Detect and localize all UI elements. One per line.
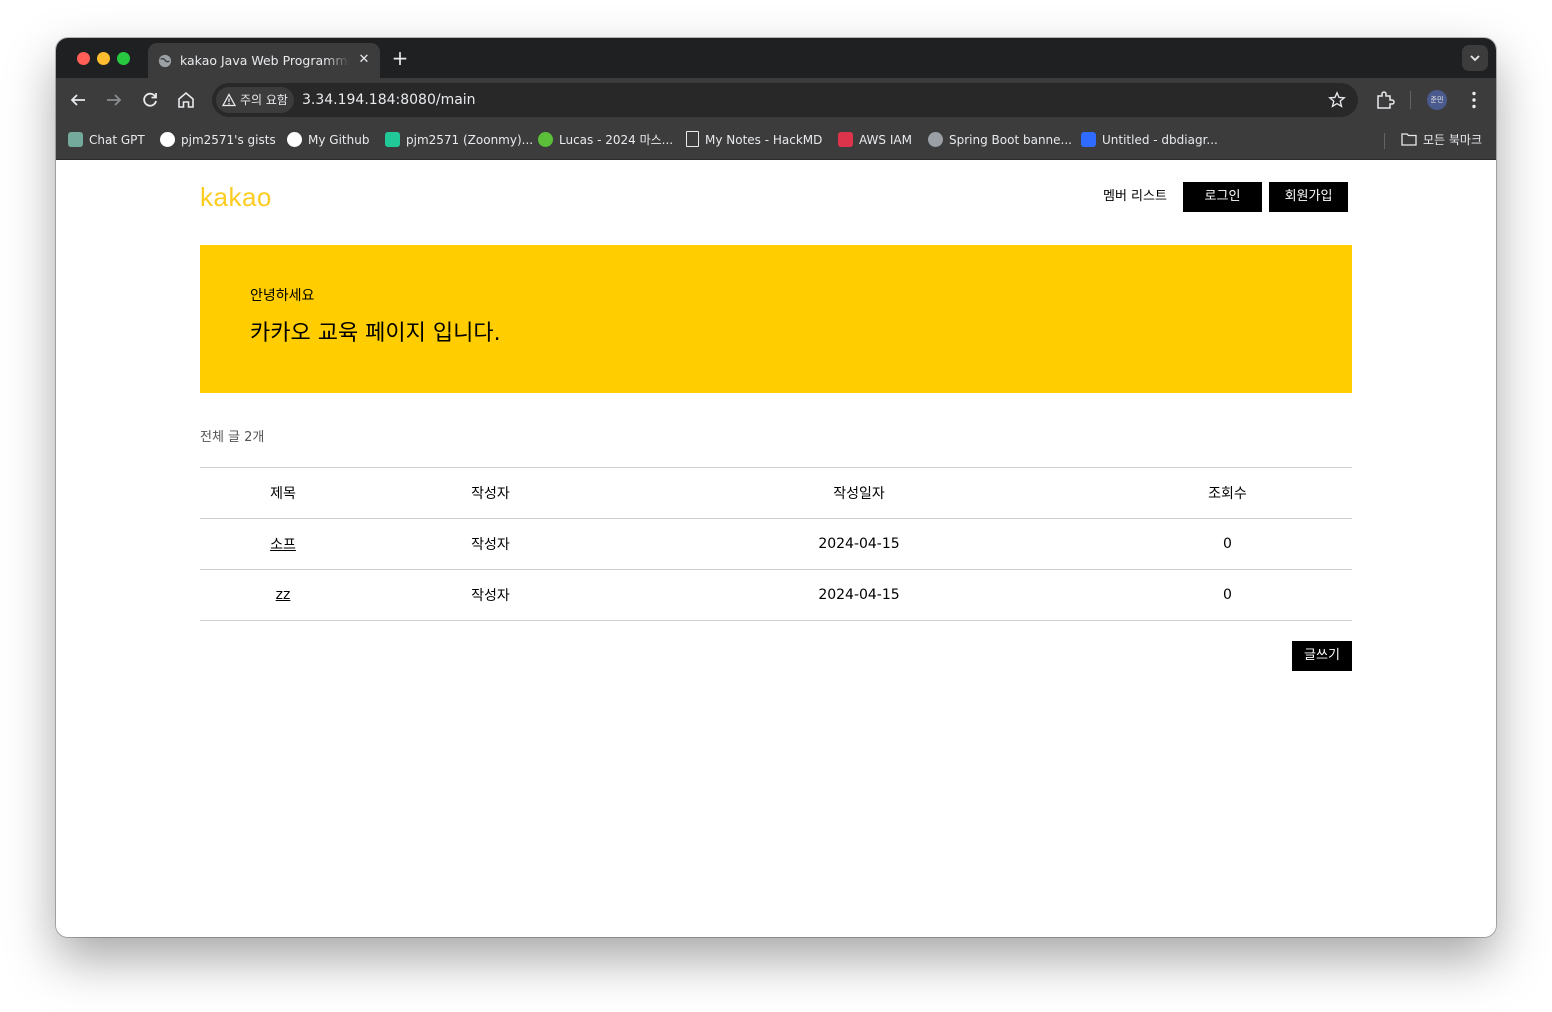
address-bar[interactable]: 주의 요함 3.34.194.184:8080/main	[212, 83, 1358, 117]
forward-arrow-icon[interactable]	[102, 88, 126, 112]
table-row: zz 작성자 2024-04-15 0	[200, 569, 1352, 621]
clover-icon	[538, 132, 553, 147]
close-tab-icon[interactable]: ✕	[356, 52, 372, 68]
cell-date: 2024-04-15	[615, 518, 1103, 570]
bookmark-lucas[interactable]: Lucas - 2024 마스...	[538, 130, 673, 150]
minimize-window-button[interactable]	[97, 52, 110, 65]
bookmark-my-github[interactable]: My Github	[287, 130, 369, 150]
security-chip[interactable]: 주의 요함	[216, 87, 294, 113]
reload-icon[interactable]	[138, 88, 162, 112]
gear-globe-icon	[928, 132, 943, 147]
cell-title: 소프	[200, 518, 366, 570]
table-header-row: 제목 작성자 작성일자 조회수	[200, 467, 1352, 519]
security-label: 주의 요함	[240, 93, 288, 107]
bookmark-hackmd[interactable]: My Notes - HackMD	[686, 130, 822, 150]
cell-title: zz	[200, 569, 366, 621]
kakao-logo[interactable]: kakao	[200, 180, 272, 214]
bookmark-dbdiagram[interactable]: Untitled - dbdiagr...	[1081, 130, 1218, 150]
dbdiagram-icon	[1081, 132, 1096, 147]
tab-title: kakao Java Web Programming	[180, 53, 350, 68]
column-header-date: 작성일자	[615, 467, 1103, 519]
hero-greeting: 안녕하세요	[250, 288, 315, 304]
new-tab-button[interactable]: +	[390, 47, 410, 69]
board-table: 제목 작성자 작성일자 조회수 소프 작성자 2024-04-15 0 zz 작…	[200, 467, 1352, 621]
column-header-title: 제목	[200, 467, 366, 519]
url-text[interactable]: 3.34.194.184:8080/main	[302, 91, 476, 109]
signup-button[interactable]: 회원가입	[1269, 182, 1348, 212]
toolbar-separator	[1410, 91, 1411, 109]
browser-tab[interactable]: kakao Java Web Programming ✕	[148, 43, 380, 78]
bookmark-chatgpt[interactable]: Chat GPT	[68, 130, 145, 150]
github-icon	[160, 132, 175, 147]
table-row: 소프 작성자 2024-04-15 0	[200, 518, 1352, 570]
cell-author: 작성자	[366, 518, 615, 570]
more-menu-icon[interactable]	[1464, 89, 1484, 111]
chevron-down-icon	[1470, 55, 1480, 62]
all-bookmarks-folder[interactable]: 모든 북마크	[1401, 130, 1482, 150]
profile-avatar[interactable]: 준민	[1427, 90, 1447, 110]
web-page: kakao 멤버 리스트 로그인 회원가입 안녕하세요 카카오 교육 페이지 입…	[56, 160, 1496, 937]
hero-banner: 안녕하세요 카카오 교육 페이지 입니다.	[200, 245, 1352, 393]
tab-search-button[interactable]	[1462, 45, 1488, 71]
browser-toolbar: 주의 요함 3.34.194.184:8080/main 준민	[56, 78, 1496, 122]
post-count: 전체 글 2개	[200, 430, 265, 445]
cell-views: 0	[1103, 569, 1352, 621]
globe-icon	[158, 54, 172, 68]
column-header-author: 작성자	[366, 467, 615, 519]
member-list-link[interactable]: 멤버 리스트	[1103, 188, 1167, 206]
bookmark-gists[interactable]: pjm2571's gists	[160, 130, 276, 150]
home-icon[interactable]	[174, 88, 198, 112]
bookmark-spring-boot[interactable]: Spring Boot banne...	[928, 130, 1072, 150]
bookmarks-separator	[1384, 133, 1385, 149]
back-arrow-icon[interactable]	[66, 88, 90, 112]
aws-icon	[838, 132, 853, 147]
post-title-link[interactable]: 소프	[270, 537, 296, 553]
cell-views: 0	[1103, 518, 1352, 570]
github-icon	[287, 132, 302, 147]
bookmark-aws-iam[interactable]: AWS IAM	[838, 130, 912, 150]
post-title-link[interactable]: zz	[276, 587, 291, 603]
login-button[interactable]: 로그인	[1183, 182, 1262, 212]
velog-icon	[385, 132, 400, 147]
chatgpt-icon	[68, 132, 83, 147]
bookmark-velog[interactable]: pjm2571 (Zoonmy)...	[385, 130, 533, 150]
column-header-views: 조회수	[1103, 467, 1352, 519]
document-icon	[686, 131, 699, 147]
bookmarks-bar: Chat GPT pjm2571's gists My Github pjm25…	[56, 122, 1496, 160]
write-post-button[interactable]: 글쓰기	[1292, 641, 1352, 671]
folder-icon	[1401, 133, 1417, 146]
hero-headline: 카카오 교육 페이지 입니다.	[250, 321, 501, 346]
extensions-puzzle-icon[interactable]	[1374, 89, 1396, 111]
warning-icon	[222, 93, 236, 107]
tab-strip: kakao Java Web Programming ✕ +	[56, 38, 1496, 78]
bookmark-star-icon[interactable]	[1328, 91, 1346, 109]
cell-date: 2024-04-15	[615, 569, 1103, 621]
maximize-window-button[interactable]	[117, 52, 130, 65]
cell-author: 작성자	[366, 569, 615, 621]
browser-window: kakao Java Web Programming ✕ + 주의 요함 3.3…	[56, 38, 1496, 937]
close-window-button[interactable]	[77, 52, 90, 65]
